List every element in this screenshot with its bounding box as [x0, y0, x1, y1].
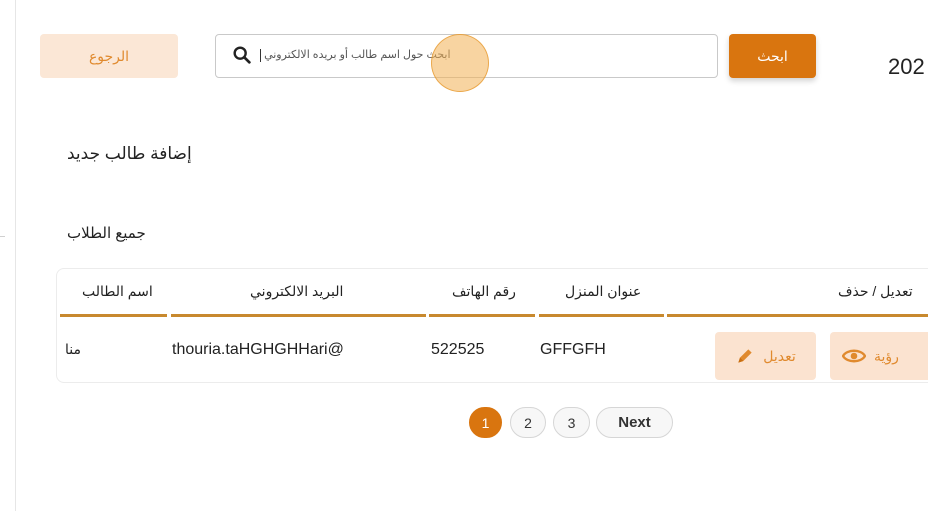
header-rule [539, 314, 664, 317]
search-input-value: ابحث حول اسم طالب أو بريده الالكتروني [260, 48, 451, 62]
column-header-address: عنوان المنزل [565, 283, 642, 299]
cell-phone: 522525 [431, 341, 485, 358]
pencil-icon [738, 349, 752, 363]
all-students-heading: جميع الطلاب [67, 225, 146, 242]
text-caret [260, 48, 261, 62]
view-button-label: رؤية [874, 347, 899, 364]
column-header-name: اسم الطالب [82, 283, 153, 299]
header-rule [60, 314, 167, 317]
search-button-label: ابحث [757, 47, 788, 64]
search-input[interactable]: ابحث حول اسم طالب أو بريده الالكتروني [215, 34, 718, 78]
view-button[interactable]: رؤية [830, 332, 928, 380]
cell-email: thouria.taHGHGHHari@ [172, 341, 344, 358]
search-button[interactable]: ابحث [729, 34, 816, 78]
page-left-border [15, 0, 16, 511]
header-rule [171, 314, 426, 317]
search-input-text: ابحث حول اسم طالب أو بريده الالكتروني [264, 49, 451, 61]
back-button[interactable]: الرجوع [40, 34, 178, 78]
back-button-label: الرجوع [88, 47, 130, 64]
column-header-actions: تعديل / حذف [838, 283, 913, 299]
next-page-button[interactable]: Next [596, 407, 673, 438]
eye-icon [842, 349, 866, 363]
column-header-email: البريد الالكتروني [250, 283, 344, 299]
page-button-2[interactable]: 2 [510, 407, 546, 438]
column-header-phone: رقم الهاتف [452, 283, 516, 299]
page-button-3[interactable]: 3 [553, 407, 590, 438]
search-icon [233, 46, 251, 64]
page-button-1[interactable]: 1 [469, 407, 502, 438]
cell-address: GFFGFH [540, 341, 606, 358]
add-student-link[interactable]: إضافة طالب جديد [67, 144, 192, 164]
header-rule [667, 314, 928, 317]
page-edge-tick [0, 236, 5, 237]
header-rule [429, 314, 535, 317]
cell-name: منا [65, 341, 81, 357]
edit-button-label: تعديل [763, 347, 796, 364]
edit-button[interactable]: تعديل [715, 332, 816, 380]
year-text: 202 [888, 54, 925, 79]
